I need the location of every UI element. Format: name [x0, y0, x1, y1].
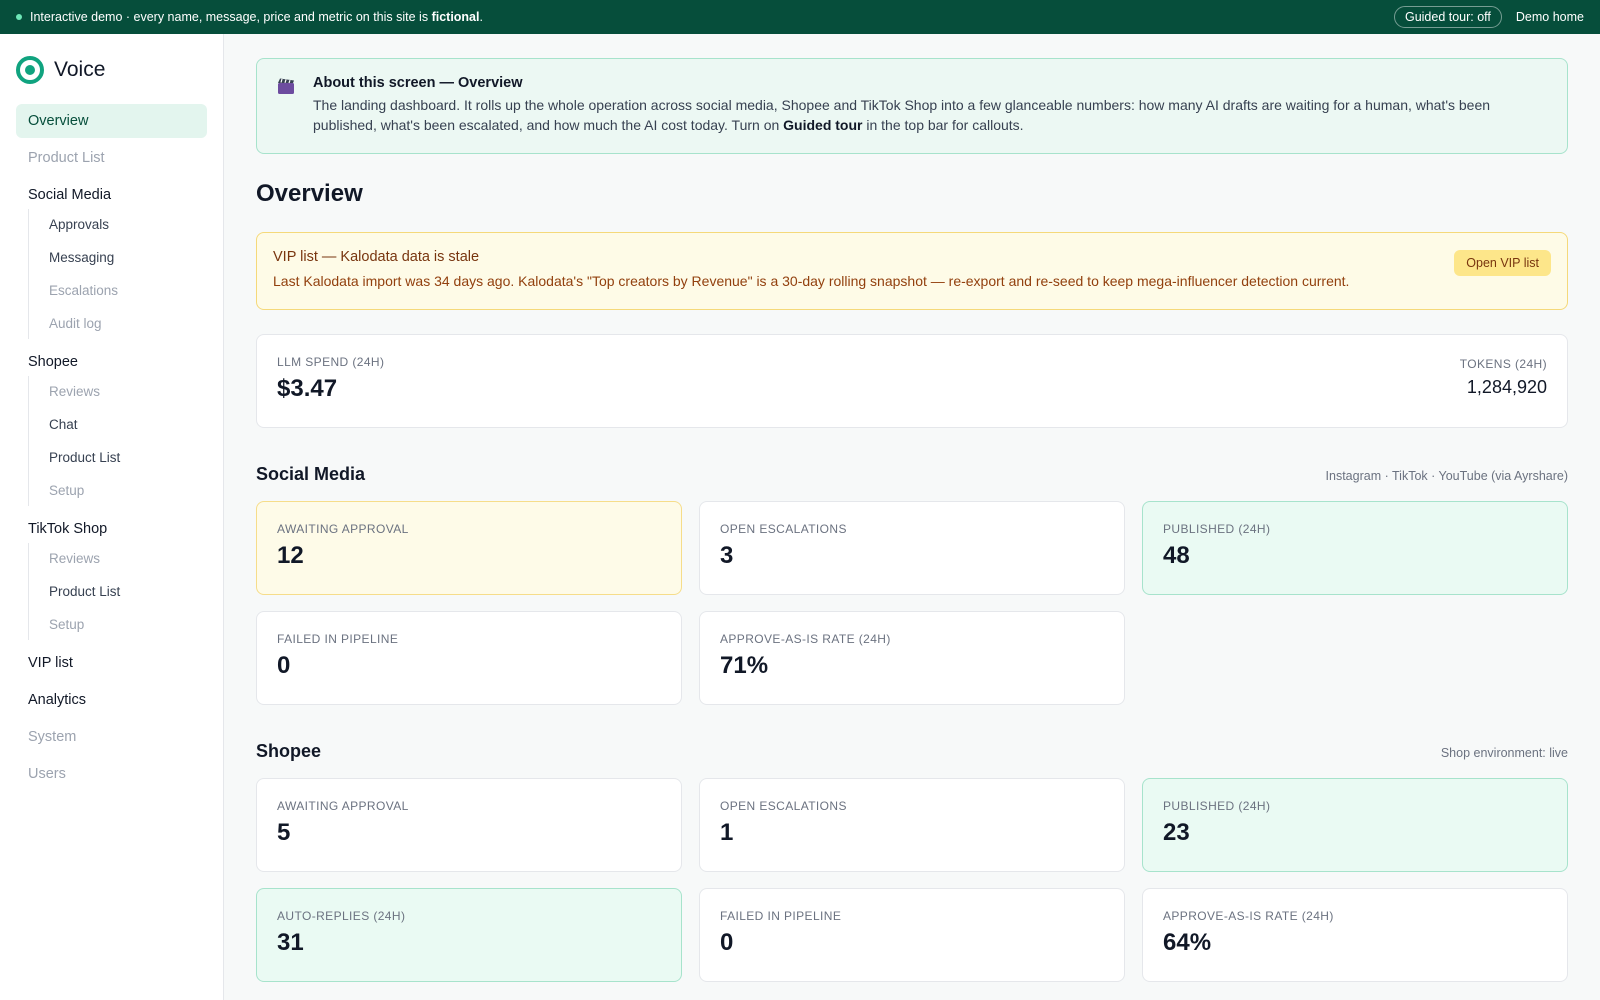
metric-value: 31 [277, 929, 304, 956]
sidebar-item-shopee-reviews[interactable]: Reviews [37, 376, 207, 407]
stale-alert-text: Last Kalodata import was 34 days ago. Ka… [273, 273, 1350, 289]
tokens-block: TOKENS (24H) 1,284,920 [1460, 357, 1547, 398]
metric-label: PUBLISHED (24H) [1163, 522, 1271, 536]
sidebar-group-shopee[interactable]: Shopee [16, 345, 207, 376]
sidebar-item-shopee-chat[interactable]: Chat [37, 409, 207, 440]
metric-value: 0 [277, 652, 291, 679]
sidebar-group-tiktok-shop[interactable]: TikTok Shop [16, 512, 207, 543]
metric-value: 3 [720, 542, 734, 569]
about-description: The landing dashboard. It rolls up the w… [313, 97, 1491, 133]
metric-card[interactable]: APPROVE-AS-IS RATE (24H) 64% [1142, 888, 1568, 982]
tokens-value: 1,284,920 [1466, 377, 1547, 397]
shopee-subnav: Reviews Chat Product List Setup [28, 376, 207, 506]
sidebar-item-shopee-product-list[interactable]: Product List [37, 442, 207, 473]
shopee-metrics: AWAITING APPROVAL 5 OPEN ESCALATIONS 1 PUB… [256, 778, 1568, 982]
demo-home-link[interactable]: Demo home [1516, 10, 1584, 24]
main-content: About this screen — Overview The landing… [256, 58, 1568, 982]
metric-card[interactable]: PUBLISHED (24H) 23 [1142, 778, 1568, 872]
metric-card[interactable]: FAILED IN PIPELINE 0 [699, 888, 1125, 982]
social-media-section-title: Social Media [256, 464, 366, 484]
metric-card[interactable]: OPEN ESCALATIONS 3 [699, 501, 1125, 595]
sidebar-item-approvals[interactable]: Approvals [37, 209, 207, 240]
clapperboard-icon [278, 78, 294, 94]
metric-card[interactable]: PUBLISHED (24H) 48 [1142, 501, 1568, 595]
metric-label: OPEN ESCALATIONS [720, 522, 847, 536]
brand[interactable]: Voice [16, 56, 207, 84]
metric-card[interactable]: AWAITING APPROVAL 5 [256, 778, 682, 872]
sidebar-item-messaging[interactable]: Messaging [37, 242, 207, 273]
metric-card[interactable]: AWAITING APPROVAL 12 [256, 501, 682, 595]
voice-logo-icon [16, 56, 44, 84]
tokens-label: TOKENS (24H) [1459, 357, 1547, 371]
vip-stale-alert: VIP list — Kalodata data is stale Last K… [256, 232, 1568, 310]
sidebar-item-system[interactable]: System [16, 720, 207, 754]
sidebar-item-shopee-setup[interactable]: Setup [37, 475, 207, 506]
sidebar-item-users[interactable]: Users [16, 757, 207, 791]
sidebar-item-product-list[interactable]: Product List [16, 141, 207, 175]
demo-banner-message: Interactive demo · every name, message, … [30, 10, 483, 24]
sidebar-item-vip-list[interactable]: VIP list [16, 646, 207, 680]
metric-label: FAILED IN PIPELINE [277, 632, 399, 646]
about-title: About this screen — Overview [313, 75, 523, 91]
metric-value: 5 [277, 819, 291, 846]
sidebar-item-escalations[interactable]: Escalations [37, 275, 207, 306]
sidebar-item-analytics[interactable]: Analytics [16, 683, 207, 717]
status-dot-icon [16, 14, 22, 20]
guided-tour-toggle[interactable]: Guided tour: off [1393, 6, 1502, 28]
metric-label: APPROVE-AS-IS RATE (24H) [1163, 909, 1334, 923]
demo-banner: Interactive demo · every name, message, … [0, 0, 1600, 34]
metric-value: 1 [720, 819, 734, 846]
metric-card[interactable]: AUTO-REPLIES (24H) 31 [256, 888, 682, 982]
metric-label: AUTO-REPLIES (24H) [277, 909, 406, 923]
page-title: Overview [256, 180, 363, 207]
metric-card[interactable]: APPROVE-AS-IS RATE (24H) 71% [699, 611, 1125, 705]
social-media-section-meta: Instagram · TikTok · YouTube (via Ayrsha… [1325, 469, 1568, 483]
metric-value: 64% [1163, 929, 1212, 956]
metric-value: 0 [720, 929, 734, 956]
social-media-metrics: AWAITING APPROVAL 12 OPEN ESCALATIONS 3 PU… [256, 501, 1568, 705]
metric-value: 12 [277, 542, 304, 569]
metric-label: AWAITING APPROVAL [277, 522, 409, 536]
llm-spend-label: LLM SPEND (24H) [277, 355, 385, 369]
metric-label: PUBLISHED (24H) [1163, 799, 1271, 813]
sidebar-item-tiktok-product-list[interactable]: Product List [37, 576, 207, 607]
open-vip-list-button[interactable]: Open VIP list [1454, 250, 1551, 276]
metric-label: FAILED IN PIPELINE [720, 909, 842, 923]
sidebar-item-audit-log[interactable]: Audit log [37, 308, 207, 339]
metric-label: OPEN ESCALATIONS [720, 799, 847, 813]
metric-card[interactable]: OPEN ESCALATIONS 1 [699, 778, 1125, 872]
metric-label: AWAITING APPROVAL [277, 799, 409, 813]
stale-alert-title: VIP list — Kalodata data is stale [273, 249, 480, 265]
sidebar-item-tiktok-setup[interactable]: Setup [37, 609, 207, 640]
shopee-section-meta: Shop environment: live [1440, 746, 1568, 760]
sidebar: Voice Overview Product List Social Media… [0, 34, 224, 1000]
sidebar-group-social-media[interactable]: Social Media [16, 178, 207, 209]
llm-spend-value: $3.47 [277, 375, 338, 402]
shopee-section-title: Shopee [256, 741, 322, 761]
sidebar-item-overview[interactable]: Overview [16, 104, 207, 138]
metric-value: 48 [1163, 542, 1190, 569]
metric-value: 71% [720, 652, 769, 679]
social-media-subnav: Approvals Messaging Escalations Audit lo… [28, 209, 207, 339]
sidebar-item-tiktok-reviews[interactable]: Reviews [37, 543, 207, 574]
metric-card[interactable]: FAILED IN PIPELINE 0 [256, 611, 682, 705]
about-screen-panel: About this screen — Overview The landing… [256, 58, 1568, 154]
brand-name: Voice [54, 58, 106, 81]
shopee-section-header: Shopee Shop environment: live [256, 741, 1568, 762]
llm-spend-card: LLM SPEND (24H) $3.47 TOKENS (24H) 1,284… [256, 334, 1568, 428]
metric-label: APPROVE-AS-IS RATE (24H) [720, 632, 891, 646]
social-media-section-header: Social Media Instagram · TikTok · YouTub… [256, 464, 1568, 485]
tiktok-subnav: Reviews Product List Setup [28, 543, 207, 640]
metric-value: 23 [1163, 819, 1190, 846]
